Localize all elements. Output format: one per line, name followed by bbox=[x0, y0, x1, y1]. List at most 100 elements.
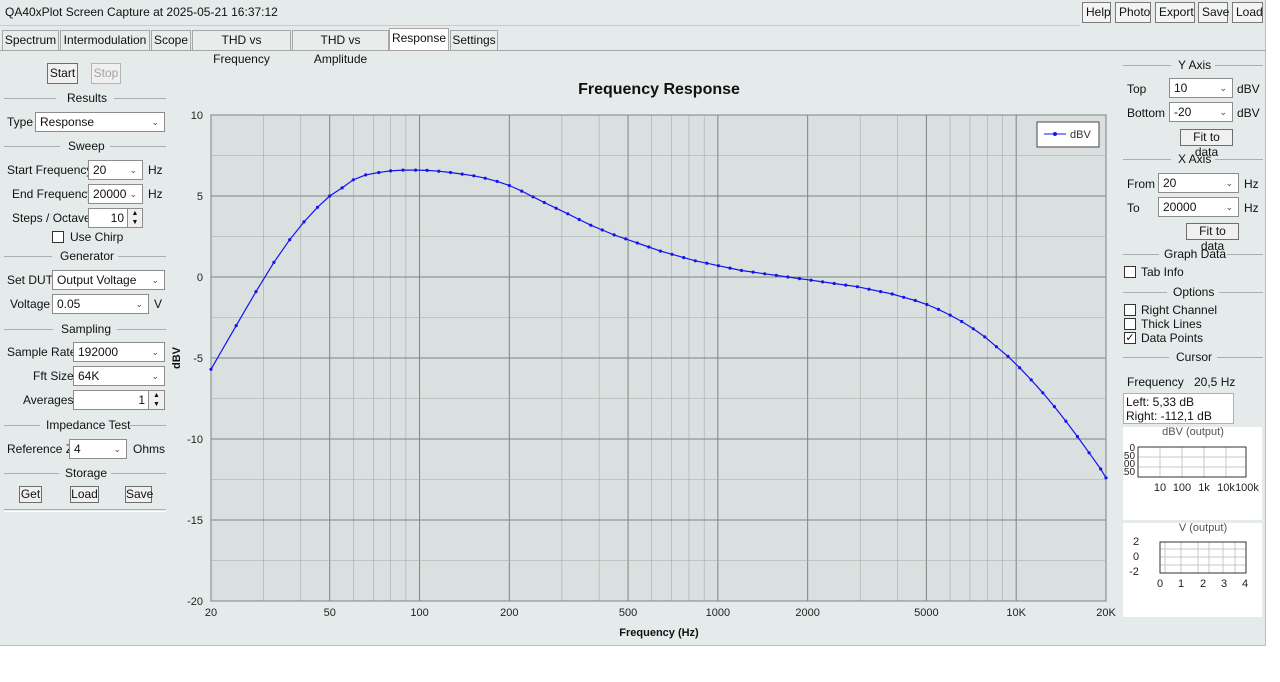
tab-thd-vs-amplitude[interactable]: THD vs Amplitude bbox=[292, 30, 389, 66]
stop-button[interactable]: Stop bbox=[91, 63, 121, 84]
data-point bbox=[254, 290, 258, 294]
set-dut-label: Set DUT bbox=[7, 273, 54, 287]
data-point bbox=[647, 245, 651, 249]
save-button[interactable]: Save bbox=[1198, 2, 1229, 23]
generator-section-header: Generator bbox=[4, 249, 166, 263]
x-fit-to-data-button[interactable]: Fit to data bbox=[1186, 223, 1239, 253]
set-dut-select[interactable]: Output Voltage ⌄ bbox=[52, 270, 165, 290]
data-point bbox=[751, 270, 755, 274]
storage-get-button[interactable]: Get bbox=[19, 486, 42, 503]
use-chirp-checkbox[interactable] bbox=[52, 231, 64, 243]
tab-spectrum[interactable]: Spectrum bbox=[2, 30, 59, 50]
y-tick-label: 10 bbox=[191, 110, 203, 122]
data-point bbox=[624, 237, 628, 241]
spin-up-icon[interactable]: ▲ bbox=[149, 391, 164, 400]
data-point bbox=[414, 168, 418, 172]
data-point bbox=[1064, 419, 1068, 423]
sample-rate-value: 192000 bbox=[78, 345, 119, 359]
results-heading: Results bbox=[67, 91, 108, 105]
thick-lines-checkbox[interactable] bbox=[1124, 318, 1136, 330]
data-point bbox=[867, 287, 871, 291]
y-axis-section-header: Y Axis bbox=[1123, 58, 1263, 72]
right-channel-label: Right Channel bbox=[1141, 303, 1218, 317]
data-point bbox=[495, 179, 499, 183]
tab-thd-vs-frequency[interactable]: THD vs Frequency bbox=[192, 30, 291, 66]
averages-spinner[interactable]: ▲ ▼ bbox=[148, 390, 165, 410]
reference-z-value: 4 bbox=[74, 442, 81, 456]
tab-scope[interactable]: Scope bbox=[151, 30, 191, 50]
left-panel-divider bbox=[4, 509, 166, 512]
photo-button[interactable]: Photo bbox=[1115, 2, 1151, 23]
mini-chart-volts-grid bbox=[1160, 542, 1246, 573]
mini-chart-dbv: dBV (output) 0 -50 -100 -150 10 100 1k 1… bbox=[1115, 426, 1262, 520]
data-point bbox=[600, 228, 604, 232]
fft-size-label: Fft Size bbox=[33, 369, 74, 383]
chevron-down-icon: ⌄ bbox=[151, 347, 159, 357]
data-point bbox=[844, 283, 848, 287]
y-bottom-label: Bottom bbox=[1127, 106, 1166, 120]
data-point bbox=[377, 170, 381, 175]
start-button[interactable]: Start bbox=[47, 63, 78, 84]
mini2-ytick: 0 bbox=[1133, 551, 1139, 563]
spin-down-icon[interactable]: ▼ bbox=[149, 400, 164, 409]
x-tick-label: 200 bbox=[500, 607, 518, 619]
data-point bbox=[821, 280, 825, 284]
spin-down-icon[interactable]: ▼ bbox=[128, 218, 142, 227]
y-axis-label: dBV bbox=[171, 346, 183, 369]
reference-z-unit: Ohms bbox=[133, 442, 166, 456]
y-tick-label: -15 bbox=[187, 515, 203, 527]
end-frequency-select[interactable]: 20000 ⌄ bbox=[88, 184, 143, 204]
data-point bbox=[1087, 451, 1091, 455]
start-frequency-value: 20 bbox=[93, 163, 107, 177]
storage-save-button[interactable]: Save bbox=[125, 486, 153, 503]
y-fit-to-data-button[interactable]: Fit to data bbox=[1180, 129, 1233, 159]
y-top-select[interactable]: 10 ⌄ bbox=[1169, 78, 1233, 98]
frequency-response-chart[interactable]: Frequency Response 20 50 100 200 500 1000 2000… bbox=[168, 60, 1118, 645]
x-tick-label: 20K bbox=[1096, 607, 1116, 619]
x-from-select[interactable]: 20 ⌄ bbox=[1158, 173, 1239, 193]
y-bottom-select[interactable]: -20 ⌄ bbox=[1169, 102, 1233, 122]
data-point bbox=[209, 367, 213, 371]
data-point bbox=[577, 217, 581, 222]
averages-input[interactable]: 1 bbox=[73, 390, 149, 410]
steps-spinner[interactable]: ▲ ▼ bbox=[127, 208, 143, 228]
use-chirp-label: Use Chirp bbox=[70, 230, 124, 244]
spin-up-icon[interactable]: ▲ bbox=[128, 209, 142, 218]
help-button[interactable]: Help bbox=[1082, 2, 1111, 23]
type-select[interactable]: Response ⌄ bbox=[35, 112, 165, 132]
data-point bbox=[437, 169, 441, 173]
reference-z-select[interactable]: 4 ⌄ bbox=[69, 439, 127, 459]
data-point bbox=[1075, 435, 1080, 439]
tab-intermodulation[interactable]: Intermodulation bbox=[60, 30, 150, 50]
results-section-header: Results bbox=[4, 91, 166, 105]
storage-load-button[interactable]: Load bbox=[70, 486, 99, 503]
tab-info-checkbox[interactable] bbox=[1124, 266, 1136, 278]
data-point bbox=[1041, 391, 1045, 395]
data-points-checkbox[interactable]: ✓ bbox=[1124, 332, 1136, 344]
x-tick-label: 100 bbox=[410, 607, 428, 619]
data-point bbox=[763, 272, 767, 276]
right-channel-checkbox[interactable] bbox=[1124, 304, 1136, 316]
mini1-xtick: 10k bbox=[1217, 482, 1235, 494]
voltage-select[interactable]: 0.05 ⌄ bbox=[52, 294, 149, 314]
tab-settings[interactable]: Settings bbox=[450, 30, 498, 50]
chevron-down-icon: ⌄ bbox=[151, 117, 159, 127]
data-point bbox=[315, 205, 320, 209]
data-point bbox=[554, 206, 558, 210]
steps-per-octave-input[interactable]: 10 bbox=[88, 208, 128, 228]
chevron-down-icon: ⌄ bbox=[1225, 202, 1233, 212]
load-button[interactable]: Load bbox=[1232, 2, 1263, 23]
tab-response[interactable]: Response bbox=[389, 28, 449, 50]
export-button[interactable]: Export bbox=[1155, 2, 1195, 23]
x-tick-label: 10K bbox=[1006, 607, 1026, 619]
options-heading: Options bbox=[1173, 285, 1215, 299]
x-to-select[interactable]: 20000 ⌄ bbox=[1158, 197, 1239, 217]
start-frequency-select[interactable]: 20 ⌄ bbox=[88, 160, 143, 180]
y-tick-label: -20 bbox=[187, 596, 203, 608]
data-point bbox=[786, 275, 790, 279]
mini1-xtick: 100 bbox=[1173, 482, 1191, 494]
y-bottom-value: -20 bbox=[1174, 105, 1192, 119]
mini-chart-dbv-frame bbox=[1137, 446, 1247, 478]
sample-rate-select[interactable]: 192000 ⌄ bbox=[73, 342, 165, 362]
fft-size-select[interactable]: 64K ⌄ bbox=[73, 366, 165, 386]
